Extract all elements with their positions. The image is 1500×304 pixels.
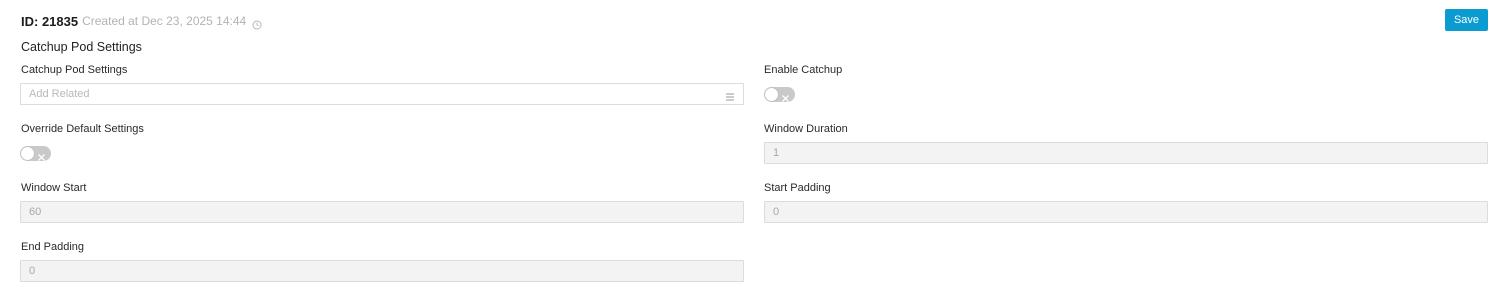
close-icon	[37, 149, 46, 161]
end-padding-input[interactable]	[20, 260, 744, 282]
window-start-label: Window Start	[21, 182, 87, 194]
enable-catchup-label: Enable Catchup	[764, 64, 843, 76]
toggle-knob	[765, 88, 778, 101]
record-id: ID: 21835	[21, 13, 79, 29]
created-timestamp: Created at Dec 23, 2025 14:44	[82, 14, 247, 28]
catchup-pod-settings-label: Catchup Pod Settings	[21, 64, 128, 76]
clock-icon[interactable]	[252, 17, 262, 30]
enable-catchup-toggle[interactable]	[764, 87, 795, 102]
end-padding-label: End Padding	[21, 241, 84, 253]
catchup-pod-settings-field	[20, 83, 744, 105]
list-icon[interactable]	[725, 89, 735, 101]
record-header: ID: 21835 Created at Dec 23, 2025 14:44	[21, 11, 1488, 31]
window-duration-input[interactable]	[764, 142, 1488, 164]
save-button[interactable]: Save	[1445, 9, 1488, 31]
start-padding-label: Start Padding	[764, 182, 831, 194]
close-icon	[781, 90, 790, 102]
window-start-input[interactable]	[20, 201, 744, 223]
toggle-knob	[21, 147, 34, 160]
add-related-input[interactable]	[21, 84, 717, 104]
override-default-settings-toggle[interactable]	[20, 146, 51, 161]
override-default-settings-label: Override Default Settings	[21, 123, 144, 135]
window-duration-label: Window Duration	[764, 123, 848, 135]
start-padding-input[interactable]	[764, 201, 1488, 223]
section-title: Catchup Pod Settings	[21, 40, 142, 54]
